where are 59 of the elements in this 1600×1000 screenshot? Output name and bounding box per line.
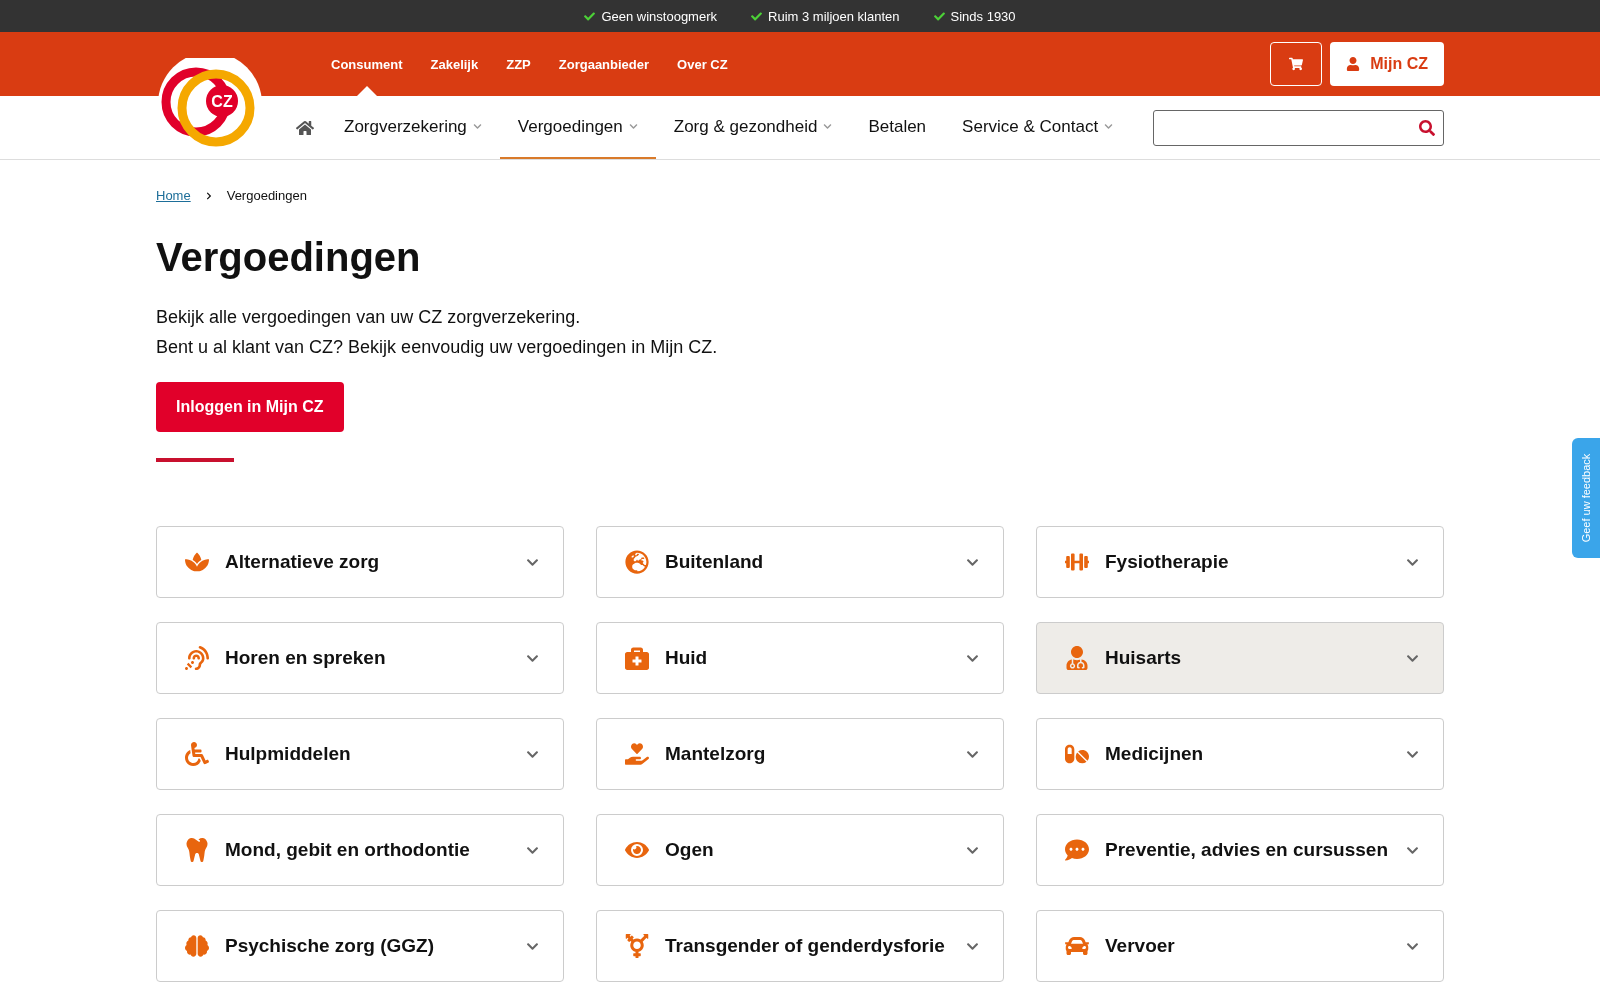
usp-text: Ruim 3 miljoen klanten [751, 8, 900, 24]
doctor-icon [1065, 646, 1089, 670]
breadcrumb-link[interactable]: Home [156, 188, 191, 203]
cart-button[interactable] [1270, 42, 1323, 86]
ear-icon [185, 646, 209, 670]
nav-item[interactable]: Vergoedingen [499, 96, 656, 159]
tooth-icon [185, 838, 209, 862]
chevron-icon [628, 122, 638, 131]
intro-text: Bent u al klant van CZ? Bekijk eenvoudig uw vergoedingen in Mijn CZ. [156, 336, 719, 359]
category-accordion[interactable]: Mond, gebit en orthodontie [156, 814, 564, 886]
nav-item[interactable]: Betalen [850, 96, 945, 159]
category-accordion[interactable]: Hulpmiddelen [156, 718, 564, 790]
search-icon[interactable] [1419, 119, 1435, 136]
chevron-icon [204, 191, 213, 200]
check-icon [584, 10, 596, 22]
account-button[interactable]: Mijn CZ [1330, 42, 1444, 86]
flower-icon [185, 550, 209, 574]
category-accordion[interactable]: Fysiotherapie [1036, 526, 1444, 598]
category-accordion[interactable]: Medicijnen [1036, 718, 1444, 790]
intro-text: Bekijk alle vergoedingen van uw CZ zorgverzekering. [156, 306, 582, 329]
login-button[interactable]: Inloggen in Mijn CZ [156, 382, 344, 432]
category-accordion[interactable]: Huid [596, 622, 1004, 694]
user-icon [1346, 57, 1361, 71]
audience-tab[interactable]: Over CZ [677, 32, 728, 96]
audience-tab[interactable]: Zorgaanbieder [558, 32, 650, 96]
chevron-icon [472, 122, 482, 131]
nav-item[interactable]: Service & Contact [944, 96, 1132, 159]
category-accordion[interactable]: Alternatieve zorg [156, 526, 564, 598]
audience-tab[interactable]: Zakelijk [430, 32, 479, 96]
chevron-icon [1104, 122, 1114, 131]
breadcrumb-current: Vergoedingen [226, 188, 307, 203]
category-accordion[interactable]: Huisarts [1036, 622, 1444, 694]
car-icon [1065, 934, 1089, 958]
speech-bubble-icon [1065, 838, 1089, 862]
category-accordion[interactable]: Horen en spreken [156, 622, 564, 694]
wheelchair-icon [185, 742, 209, 766]
category-accordion[interactable]: Vervoer [1036, 910, 1444, 982]
category-accordion[interactable]: Preventie, advies en cursussen [1036, 814, 1444, 886]
audience-tab[interactable]: Consument [331, 32, 403, 96]
transgender-icon [625, 934, 649, 958]
check-icon [751, 10, 762, 22]
globe-icon [625, 550, 649, 574]
hand-heart-icon [625, 742, 649, 766]
pills-icon [1065, 742, 1089, 766]
cart-icon [1289, 57, 1304, 71]
audience-tab[interactable]: ZZP [506, 32, 531, 96]
category-accordion[interactable]: Buitenland [596, 526, 1004, 598]
check-icon [933, 10, 945, 22]
usp-text: Sinds 1930 [933, 8, 1016, 24]
chevron-icon [823, 122, 833, 131]
category-accordion[interactable]: Psychische zorg (GGZ) [156, 910, 564, 982]
category-accordion[interactable]: Ogen [596, 814, 1004, 886]
category-accordion[interactable]: Mantelzorg [596, 718, 1004, 790]
nav-item[interactable]: Zorg & gezondheid [655, 96, 851, 159]
category-accordion[interactable]: Transgender of genderdysforie [596, 910, 1004, 982]
search-field[interactable] [1153, 109, 1444, 146]
page-title: Vergoedingen [156, 235, 422, 280]
usp-text: Geen winstoogmerk [584, 8, 717, 24]
nav-item[interactable]: Zorgverzekering [326, 96, 500, 159]
